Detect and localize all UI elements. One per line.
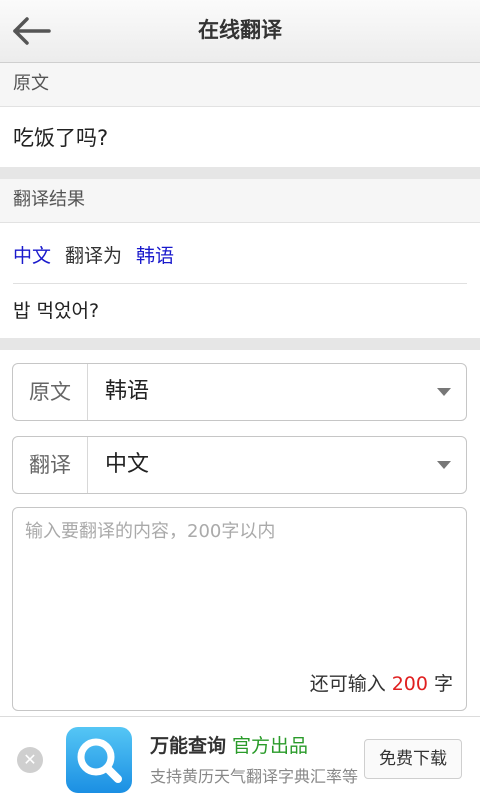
ad-banner[interactable]: ✕ 万能查询 官方出品 支持黄历天气翻译字典汇率等 免费下载 [0, 716, 480, 801]
ad-subtitle: 支持黄历天气翻译字典汇率等 [150, 767, 359, 786]
translation-result-text: 밥 먹었어? [13, 300, 100, 322]
to-language-link[interactable]: 韩语 [136, 245, 174, 267]
section-divider [0, 338, 480, 350]
source-language-label: 原文 [13, 364, 88, 420]
direction-connector: 翻译为 [65, 245, 123, 267]
target-language-label: 翻译 [13, 437, 88, 493]
source-text: 吃饭了吗? [13, 126, 109, 150]
close-icon[interactable]: ✕ [17, 747, 43, 773]
ad-app-name: 万能查询 官方出品 [150, 731, 308, 758]
translation-direction: 中文 翻译为 韩语 [13, 241, 174, 268]
ad-app-name-text: 万能查询 [150, 735, 227, 757]
counter-suffix: 字 [433, 673, 453, 695]
dropdown-caret-icon [437, 388, 451, 396]
search-magnifier-app-icon[interactable] [66, 727, 132, 793]
result-separator [13, 283, 467, 284]
target-language-value: 中文 [105, 452, 150, 477]
source-language-select[interactable]: 原文 韩语 [12, 363, 467, 421]
translation-input-box: 还可输入200字 [12, 507, 467, 711]
counter-value: 200 [391, 673, 428, 695]
app-header: 在线翻译 [0, 0, 480, 63]
target-language-select[interactable]: 翻译 中文 [12, 436, 467, 494]
page-title: 在线翻译 [198, 18, 282, 42]
ad-official-badge: 官方出品 [232, 735, 309, 757]
free-download-button[interactable]: 免费下载 [364, 739, 462, 779]
remaining-char-counter: 还可输入 200 字 [310, 669, 453, 696]
counter-prefix: 还可输入 [309, 673, 386, 695]
result-section-heading: 翻译结果 [0, 179, 480, 223]
from-language-link[interactable]: 中文 [13, 245, 51, 267]
translation-input[interactable] [13, 508, 466, 658]
dropdown-caret-icon [437, 461, 451, 469]
source-language-value: 韩语 [105, 379, 150, 404]
source-section-heading: 原文 [0, 63, 480, 107]
section-divider [0, 167, 480, 179]
